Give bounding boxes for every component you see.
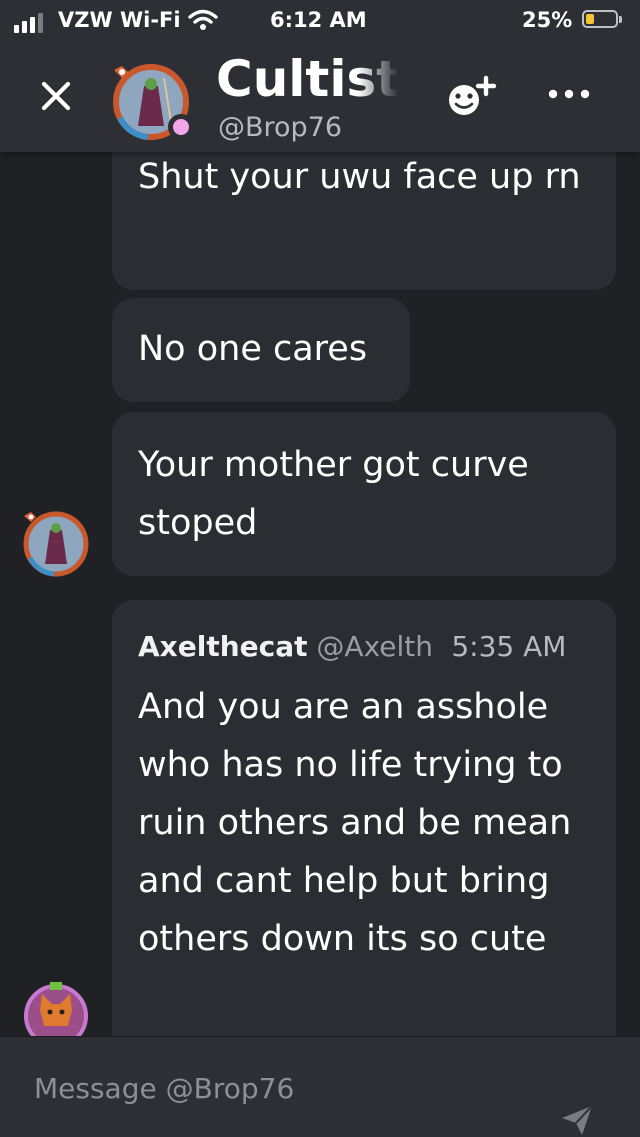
message-text: No one cares	[138, 329, 368, 369]
clock: 6:12 AM	[270, 8, 367, 32]
reply-author: Axelthecat	[138, 630, 308, 663]
more-icon[interactable]	[548, 86, 590, 102]
send-icon[interactable]	[560, 1103, 594, 1137]
status-bar: VZW Wi-Fi 6:12 AM 25%	[0, 0, 640, 40]
carrier-label: VZW Wi-Fi	[58, 8, 181, 32]
reply-handle: @Axelth	[316, 630, 433, 663]
user-handle: @Brop76	[218, 112, 343, 143]
message-bubble[interactable]: Shut your uwu face up rn	[112, 152, 616, 290]
message-text: Shut your uwu face up rn	[138, 157, 581, 197]
top-bar: VZW Wi-Fi 6:12 AM 25% Cultist @Brop76	[0, 0, 640, 152]
status-dot	[168, 114, 194, 140]
reply-time: 5:35 AM	[451, 630, 567, 663]
message-text: Your mother got curve stoped	[138, 445, 529, 543]
wifi-icon	[188, 9, 218, 30]
close-icon[interactable]	[38, 78, 74, 114]
add-friend-icon[interactable]	[446, 74, 498, 120]
signal-icon	[14, 13, 43, 33]
message-bubble[interactable]: Your mother got curve stoped	[112, 412, 616, 576]
battery-icon	[582, 10, 622, 28]
message-input[interactable]	[32, 1065, 516, 1111]
message-composer	[0, 1036, 640, 1137]
message-text: And you are an asshole who has no life t…	[138, 687, 572, 959]
reply-header[interactable]: Axelthecat @Axelth 5:35 AM	[138, 624, 590, 670]
message-bubble[interactable]: No one cares	[112, 298, 410, 402]
avatar[interactable]	[20, 506, 92, 578]
page-title: Cultist	[216, 50, 398, 108]
message-bubble[interactable]: Axelthecat @Axelth 5:35 AM And you are a…	[112, 600, 616, 1036]
message-list[interactable]: Shut your uwu face up rn No one cares Yo…	[0, 152, 640, 1036]
battery-percent: 25%	[522, 8, 573, 32]
cat-avatar[interactable]	[20, 980, 92, 1036]
